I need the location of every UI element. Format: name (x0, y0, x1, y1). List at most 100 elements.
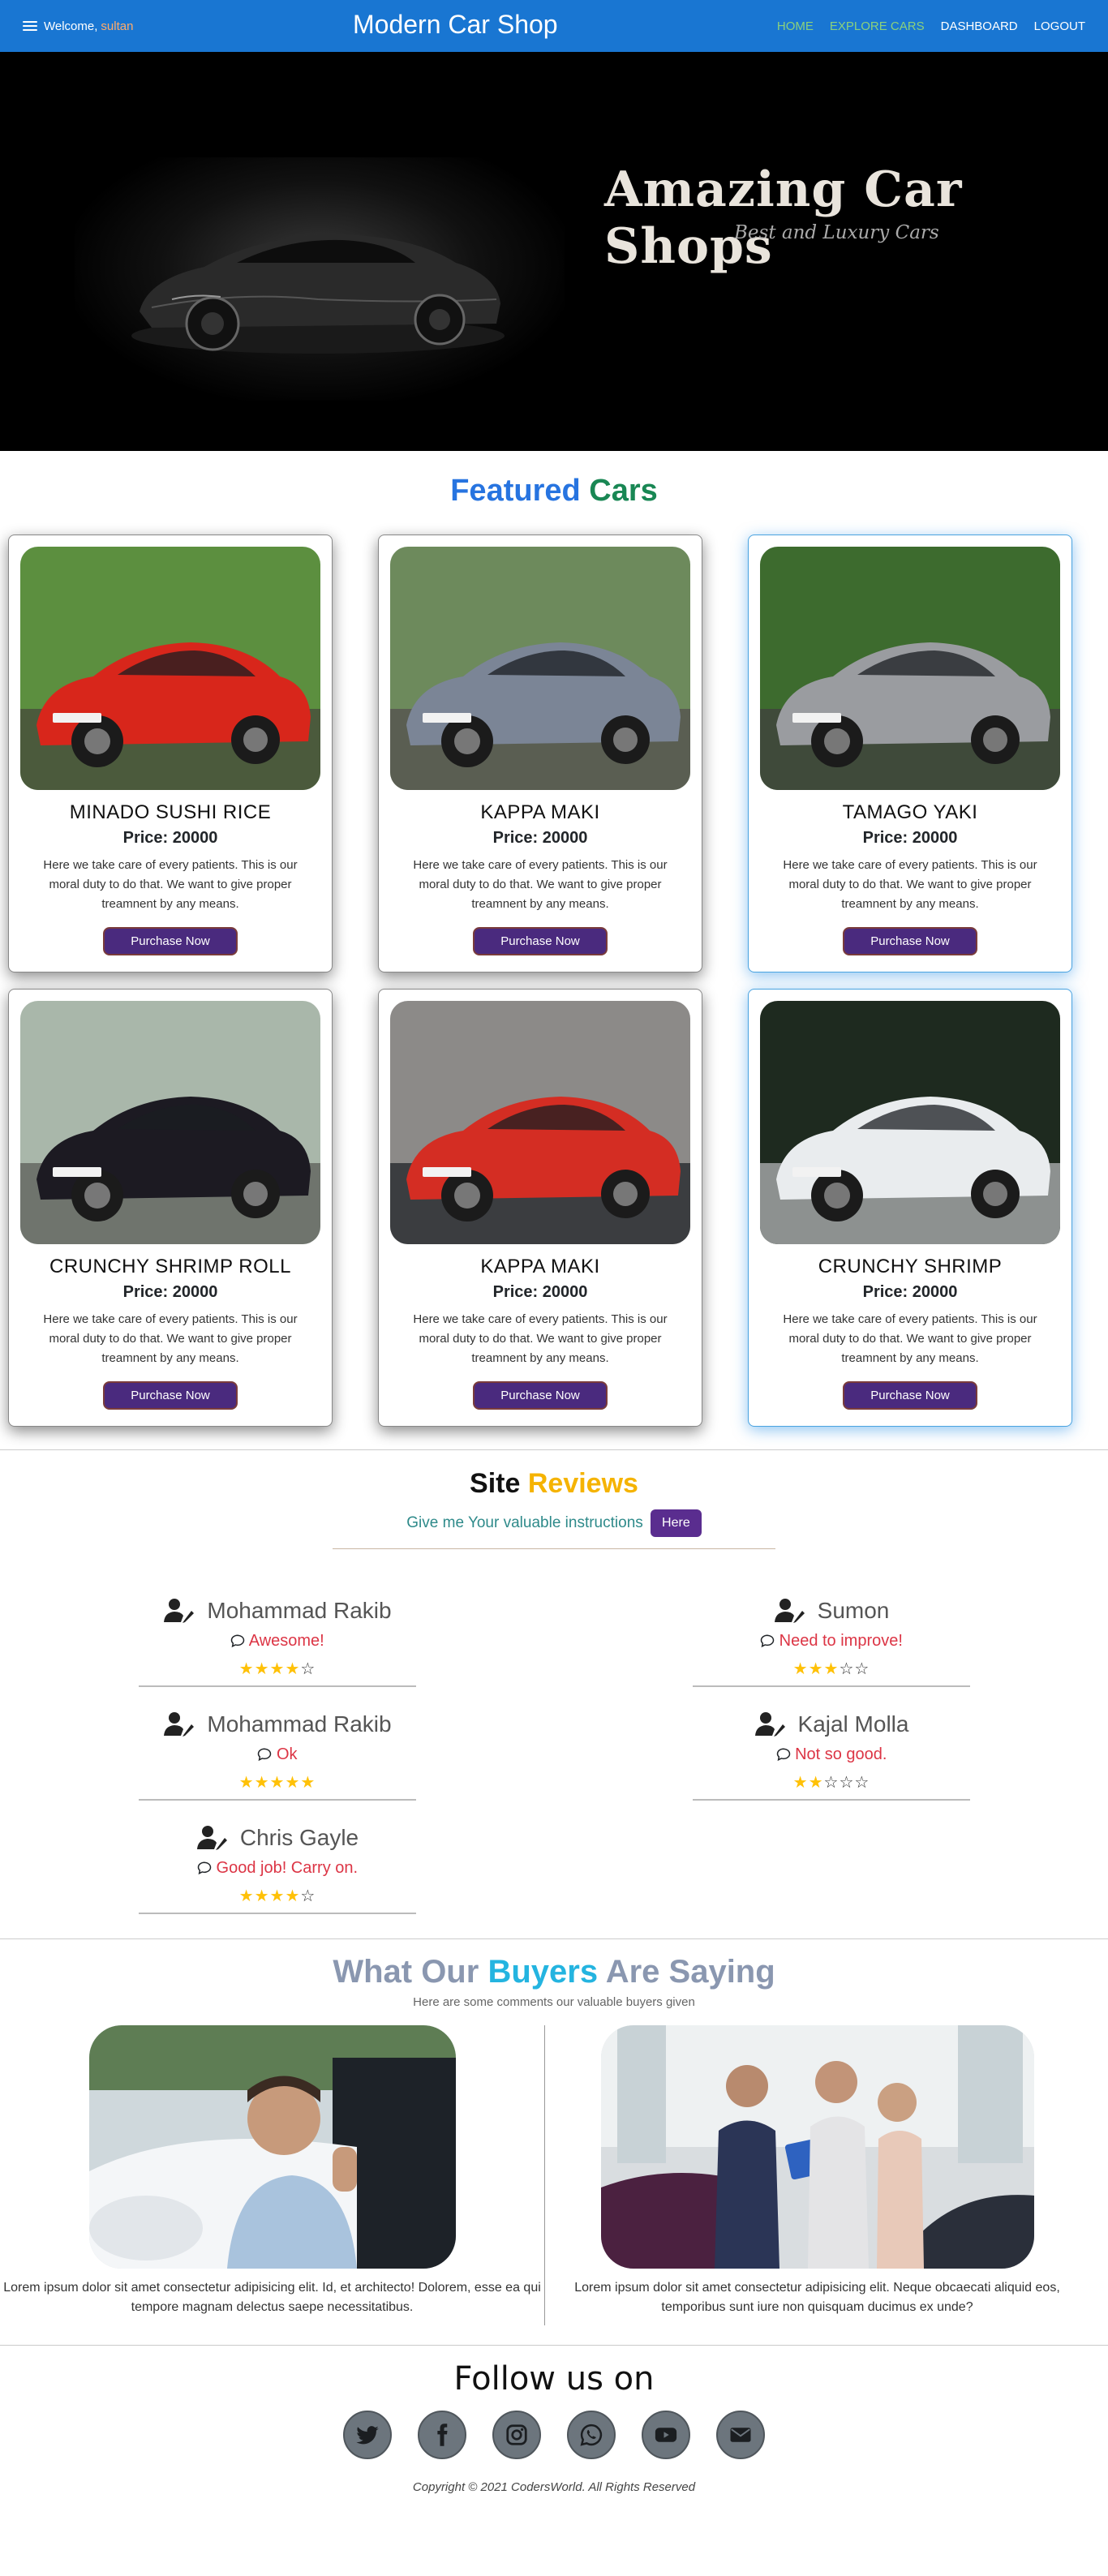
star-filled-icon: ★ (254, 1887, 270, 1905)
welcome-menu[interactable]: Welcome, sultan (23, 19, 133, 33)
review-item: Sumon Need to improve! ★★★☆☆ (693, 1598, 970, 1687)
review-comment: Ok (139, 1745, 416, 1764)
buyers-title-a: What Our (333, 1954, 479, 1990)
purchase-now-button[interactable]: Purchase Now (843, 927, 977, 955)
instagram-icon[interactable] (492, 2411, 541, 2459)
car-description: Here we take care of every patients. Thi… (413, 1312, 668, 1365)
welcome-label: Welcome, (44, 19, 98, 33)
user-edit-icon (196, 1826, 227, 1850)
here-button[interactable]: Here (651, 1509, 702, 1537)
car-description: Here we take care of every patients. Thi… (783, 858, 1037, 911)
star-filled-icon: ★ (269, 1887, 286, 1905)
reviews-title-b: Reviews (527, 1468, 638, 1499)
star-filled-icon: ★ (238, 1774, 255, 1792)
star-filled-icon: ★ (808, 1774, 824, 1792)
buyer-testimonial: Lorem ipsum dolor sit amet consectetur a… (0, 2025, 544, 2325)
footer: Follow us on Copyright © 2021 CodersWorl… (0, 2345, 1108, 2510)
star-filled-icon: ★ (238, 1660, 255, 1678)
email-icon[interactable] (716, 2411, 765, 2459)
nav-logout[interactable]: LOGOUT (1034, 19, 1085, 33)
reviewer-name: Kajal Molla (797, 1711, 909, 1737)
whatsapp-icon[interactable] (567, 2411, 616, 2459)
car-photo (390, 1001, 690, 1244)
review-comment: Awesome! (139, 1632, 416, 1651)
reviewer: Chris Gayle (139, 1825, 416, 1851)
reviewer: Kajal Molla (693, 1711, 970, 1737)
review-comment-text: Good job! Carry on. (216, 1859, 359, 1877)
car-photo (760, 547, 1060, 790)
star-filled-icon: ★ (792, 1660, 809, 1678)
comment-icon (197, 1861, 212, 1875)
purchase-now-button[interactable]: Purchase Now (103, 927, 238, 955)
review-item: Chris Gayle Good job! Carry on. ★★★★☆ (139, 1825, 416, 1914)
social-links (0, 2411, 1108, 2459)
car-price: Price: 20000 (862, 829, 958, 847)
car-description: Here we take care of every patients. Thi… (43, 858, 298, 911)
review-comment-text: Not so good. (795, 1745, 887, 1763)
buyer-testimonial: Lorem ipsum dolor sit amet consectetur a… (545, 2025, 1089, 2325)
youtube-icon[interactable] (642, 2411, 690, 2459)
purchase-now-button[interactable]: Purchase Now (103, 1381, 238, 1410)
copyright: Copyright © 2021 CodersWorld. All Rights… (412, 2480, 696, 2494)
star-filled-icon: ★ (285, 1774, 301, 1792)
star-filled-icon: ★ (254, 1660, 270, 1678)
nav-links: HOME EXPLORE CARS DASHBOARD LOGOUT (777, 19, 1085, 33)
star-filled-icon: ★ (823, 1660, 840, 1678)
rating-stars: ★★★★☆ (139, 1886, 416, 1906)
nav-explore-cars[interactable]: EXPLORE CARS (830, 19, 925, 33)
review-comment-text: Ok (277, 1745, 298, 1763)
featured-grid: MINADO SUSHI RICE Price: 20000 Here we t… (0, 509, 1108, 1427)
star-filled-icon: ★ (808, 1660, 824, 1678)
reviewer: Sumon (693, 1598, 970, 1624)
car-card: MINADO SUSHI RICE Price: 20000 Here we t… (8, 535, 333, 972)
reviewer-name: Mohammad Rakib (207, 1598, 392, 1623)
car-name: CRUNCHY SHRIMP (818, 1256, 1003, 1277)
star-filled-icon: ★ (254, 1774, 270, 1792)
follow-title: Follow us on (453, 2360, 655, 2398)
purchase-now-button[interactable]: Purchase Now (473, 927, 608, 955)
reviews-section: Site Reviews Give me Your valuable instr… (0, 1450, 1108, 1914)
buyers-section: What Our Buyers Are Saying Here are some… (0, 1938, 1108, 2325)
reviews-subtitle: Give me Your valuable instructions Here (0, 1509, 1108, 1537)
reviews-subtitle-text: Give me Your valuable instructions (406, 1514, 643, 1532)
star-empty-icon: ☆ (854, 1660, 870, 1678)
buyers-title-b: Buyers (487, 1954, 599, 1990)
facebook-icon[interactable] (418, 2411, 466, 2459)
car-card: KAPPA MAKI Price: 20000 Here we take car… (378, 535, 702, 972)
hero-subtitle: Best and Luxury Cars (734, 222, 939, 243)
twitter-icon[interactable] (343, 2411, 392, 2459)
car-photo (760, 1001, 1060, 1244)
user-name: sultan (101, 19, 134, 33)
hero-car-image (75, 157, 565, 401)
review-item: Mohammad Rakib Awesome! ★★★★☆ (139, 1598, 416, 1687)
nav-dashboard[interactable]: DASHBOARD (941, 19, 1018, 33)
car-description: Here we take care of every patients. Thi… (43, 1312, 298, 1365)
navbar: Welcome, sultan Modern Car Shop HOME EXP… (0, 0, 1108, 52)
star-filled-icon: ★ (238, 1887, 255, 1905)
rating-stars: ★★☆☆☆ (693, 1772, 970, 1792)
purchase-now-button[interactable]: Purchase Now (843, 1381, 977, 1410)
star-filled-icon: ★ (285, 1887, 301, 1905)
purchase-now-button[interactable]: Purchase Now (473, 1381, 608, 1410)
reviews-title: Site Reviews (0, 1468, 1108, 1500)
site-brand[interactable]: Modern Car Shop (353, 10, 558, 40)
user-edit-icon (754, 1712, 785, 1737)
hero-title: Amazing Car Shops (604, 161, 963, 275)
hero-banner: Amazing Car Shops Best and Luxury Cars (0, 52, 1108, 451)
featured-title: Featured Cars (0, 474, 1108, 509)
comment-icon (776, 1748, 790, 1762)
review-comment: Not so good. (693, 1745, 970, 1764)
car-photo (390, 547, 690, 790)
user-edit-icon (164, 1599, 195, 1623)
star-empty-icon: ☆ (839, 1660, 855, 1678)
review-item: Kajal Molla Not so good. ★★☆☆☆ (693, 1711, 970, 1801)
review-comment: Need to improve! (693, 1632, 970, 1651)
star-filled-icon: ★ (269, 1774, 286, 1792)
menu-icon[interactable] (23, 21, 37, 31)
star-empty-icon: ☆ (300, 1660, 316, 1678)
comment-icon (760, 1634, 775, 1648)
nav-home[interactable]: HOME (777, 19, 814, 33)
star-empty-icon: ☆ (823, 1774, 840, 1792)
car-name: KAPPA MAKI (480, 801, 600, 823)
rating-stars: ★★★★★ (139, 1772, 416, 1792)
